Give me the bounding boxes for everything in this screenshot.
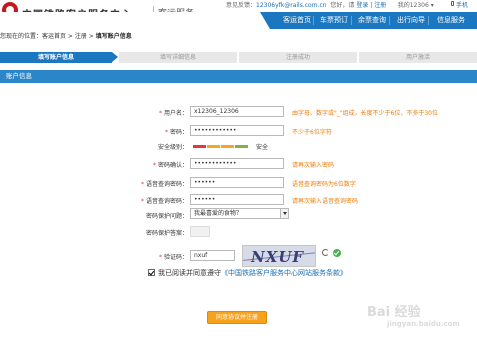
strength-value: 安全 [256, 144, 269, 151]
query-password-input[interactable]: •••••• [190, 177, 284, 188]
login-link[interactable]: 登录 [356, 2, 368, 9]
chevron-down-icon[interactable] [280, 209, 288, 218]
password-input[interactable]: •••••••••••• [190, 125, 284, 136]
security-question-label: 密码保护问题： [145, 213, 188, 220]
section-title: 账户信息 [0, 70, 477, 83]
security-question-value: 我最喜爱的食物？ [194, 210, 243, 217]
greeting-text: 您好，请 [330, 2, 355, 9]
check-ok-icon [333, 249, 341, 257]
breadcrumb-path[interactable]: 客运首页 > 注册 > [42, 33, 96, 40]
security-question-select[interactable]: 我最喜爱的食物？ [190, 208, 289, 219]
agree-checkbox[interactable] [148, 269, 155, 276]
query-password-label: * 语音查询密码： [140, 181, 188, 188]
query-password-confirm-label: * 语音查询密码： [140, 198, 188, 205]
captcha-label: * 验证码： [158, 254, 188, 261]
feedback-label: 意见反馈： [226, 2, 257, 9]
agree-text: 我已阅读并同意遵守 [158, 269, 221, 277]
watermark: Bai 经验 jingyan.baidu.com [367, 305, 460, 328]
nav-item-home[interactable]: 客运首页 [283, 12, 311, 29]
nav-item-travel-guide[interactable]: 出行向导 [397, 12, 425, 29]
submit-register-button[interactable]: 同意协议并注册 [207, 311, 267, 324]
security-answer-input[interactable] [190, 226, 210, 237]
captcha-image[interactable]: NXUF [242, 245, 316, 267]
step-account-info: 填写账户信息 [0, 52, 112, 63]
strength-label: 安全级别： [157, 144, 188, 151]
step-success: 注册成功 [239, 52, 357, 63]
terms-link[interactable]: 《中国铁路客户服务中心网站服务条款》 [221, 269, 347, 277]
header-separator: | [370, 2, 373, 9]
password-strength-bar [193, 145, 249, 148]
captcha-input[interactable]: nxuf [190, 250, 235, 261]
registration-steps: 填写账户信息 填写详细信息 注册成功 用户激活 [0, 52, 477, 63]
main-nav: 客运首页 车票预订 余票查询 出行向导 信息服务 [0, 12, 477, 29]
query-password-hint: 语音查询密码为6位数字 [292, 181, 356, 188]
breadcrumb-current: 填写账户信息 [95, 33, 132, 40]
password-hint: 不少于6位字符 [292, 129, 332, 136]
nav-item-info-service[interactable]: 信息服务 [437, 12, 465, 29]
my-account-link[interactable]: 我的12306 ▾ [398, 2, 434, 9]
nav-item-remaining-tickets[interactable]: 余票查询 [358, 12, 386, 29]
username-input[interactable]: x12306_12306 [190, 106, 284, 117]
username-hint: 由字母、数字或"_"组成，长度不少于6位，不多于30位 [292, 110, 438, 117]
phone-link[interactable]: 手机 [456, 0, 468, 9]
refresh-icon[interactable] [322, 249, 329, 256]
confirm-password-label: * 密码确认： [152, 162, 188, 169]
feedback-bar: 意见反馈：12306yfk@rails.com.cn 您好，请 登录 | 注册 … [226, 0, 434, 9]
query-password-confirm-input[interactable]: •••••• [190, 194, 284, 205]
confirm-password-hint: 请再次输入密码 [292, 162, 335, 169]
register-link[interactable]: 注册 [374, 2, 386, 9]
security-answer-label: 密码保护答案： [145, 230, 188, 237]
feedback-email-link[interactable]: 12306yfk@rails.com.cn [256, 2, 327, 9]
confirm-password-input[interactable]: •••••••••••• [190, 158, 284, 169]
nav-item-booking[interactable]: 车票预订 [320, 12, 348, 29]
password-label: * 密码： [164, 129, 188, 136]
step-details: 填写详细信息 [119, 52, 237, 63]
breadcrumb: 您现在的位置：客运首页 > 注册 > 填写账户信息 [0, 31, 132, 40]
query-password-confirm-hint: 请再次输入语音查询密码 [292, 198, 359, 205]
captcha-image-text: NXUF [251, 248, 305, 266]
breadcrumb-prefix: 您现在的位置： [0, 33, 43, 40]
username-label: * 用户名： [158, 110, 188, 117]
agreement-row: 我已阅读并同意遵守《中国铁路客户服务中心网站服务条款》 [148, 268, 347, 278]
step-activate: 用户激活 [359, 52, 477, 63]
phone-icon[interactable] [451, 1, 454, 6]
